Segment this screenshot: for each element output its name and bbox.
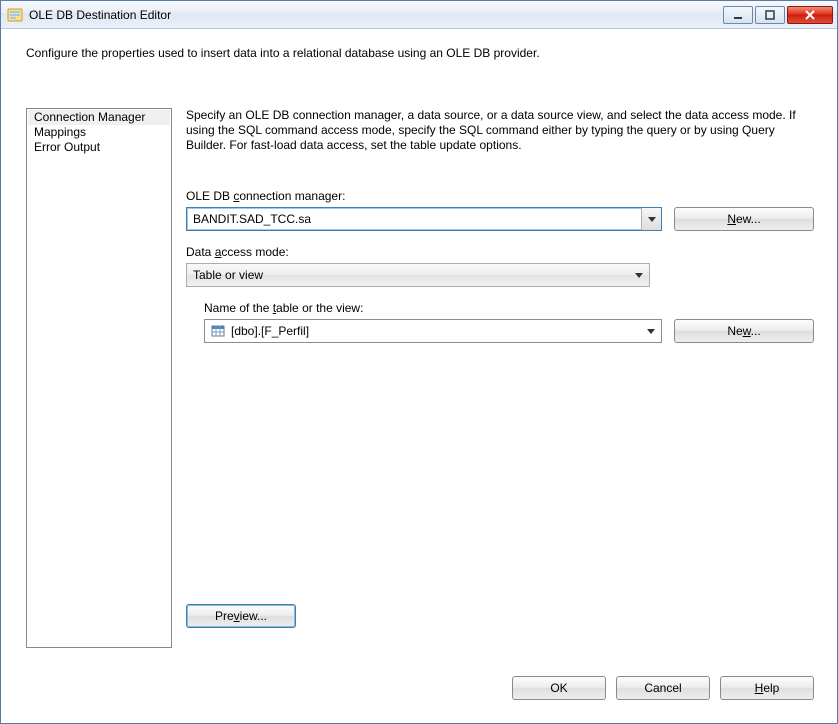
data-access-mode-dropdown[interactable]: Table or view — [186, 263, 650, 287]
body-area: Connection Manager Mappings Error Output… — [2, 68, 836, 638]
table-name-dropdown[interactable]: [dbo].[F_Perfil] — [204, 319, 662, 343]
dialog-instruction: Configure the properties used to insert … — [2, 30, 836, 68]
titlebar: OLE DB Destination Editor — [1, 1, 837, 29]
category-list[interactable]: Connection Manager Mappings Error Output — [26, 108, 172, 648]
new-connection-button[interactable]: New... — [674, 207, 814, 231]
window-title: OLE DB Destination Editor — [29, 8, 721, 22]
client-area: Configure the properties used to insert … — [2, 30, 836, 722]
cancel-button[interactable]: Cancel — [616, 676, 710, 700]
help-button[interactable]: Help — [720, 676, 814, 700]
sidebar-item-label: Connection Manager — [34, 110, 145, 124]
maximize-button[interactable] — [755, 6, 785, 24]
sidebar-item-error-output[interactable]: Error Output — [28, 140, 170, 155]
panel-description: Specify an OLE DB connection manager, a … — [186, 108, 814, 153]
data-access-mode-label: Data access mode: — [186, 245, 814, 259]
close-button[interactable] — [787, 6, 833, 24]
sidebar-item-label: Error Output — [34, 140, 100, 154]
table-icon — [211, 324, 225, 338]
ok-button[interactable]: OK — [512, 676, 606, 700]
connection-manager-value: BANDIT.SAD_TCC.sa — [193, 212, 641, 226]
dropdown-arrow-icon[interactable] — [629, 264, 649, 286]
data-access-mode-value: Table or view — [193, 268, 629, 282]
main-panel: Specify an OLE DB connection manager, a … — [186, 68, 814, 638]
connection-manager-label: OLE DB connection manager: — [186, 189, 814, 203]
sidebar-item-mappings[interactable]: Mappings — [28, 125, 170, 140]
sidebar-item-connection-manager[interactable]: Connection Manager — [28, 110, 170, 125]
dropdown-arrow-icon[interactable] — [641, 320, 661, 342]
table-name-label: Name of the table or the view: — [204, 301, 814, 315]
preview-button[interactable]: Preview... — [186, 604, 296, 628]
app-icon — [7, 7, 23, 23]
new-table-button[interactable]: New... — [674, 319, 814, 343]
table-name-value: [dbo].[F_Perfil] — [231, 324, 641, 338]
sidebar-item-label: Mappings — [34, 125, 86, 139]
dialog-window: OLE DB Destination Editor Configure the … — [0, 0, 838, 724]
connection-manager-dropdown[interactable]: BANDIT.SAD_TCC.sa — [186, 207, 662, 231]
dialog-footer: OK Cancel Help — [2, 668, 836, 722]
minimize-button[interactable] — [723, 6, 753, 24]
window-controls — [721, 6, 833, 24]
dropdown-arrow-icon[interactable] — [641, 208, 661, 230]
